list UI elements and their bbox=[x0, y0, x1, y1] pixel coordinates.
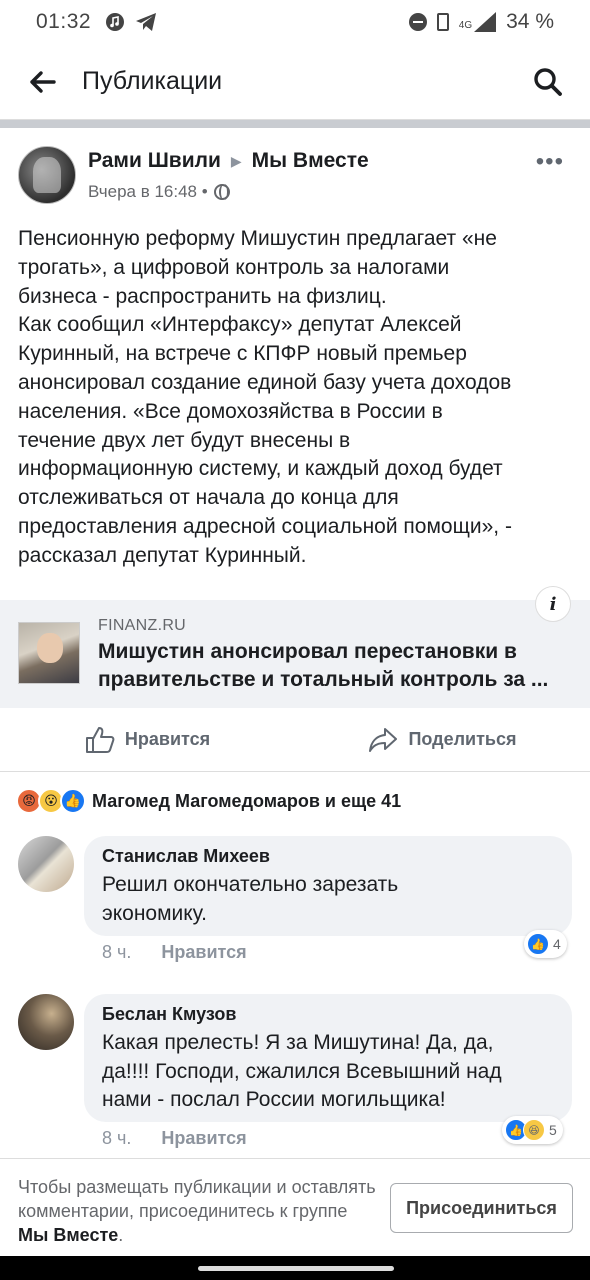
status-time: 01:32 bbox=[36, 10, 92, 33]
author-name[interactable]: Рами Швили bbox=[88, 149, 221, 173]
comment-like-button[interactable]: Нравится bbox=[161, 942, 246, 963]
comment-meta: 8 ч. Нравится bbox=[102, 1128, 247, 1149]
post-text-line: отслеживаться от начала до конца для bbox=[18, 486, 399, 510]
comment-text-line: Какая прелесть! Я за Мишутина! Да, да, bbox=[102, 1031, 494, 1054]
post-timestamp[interactable]: Вчера в 16:48 • bbox=[88, 182, 208, 202]
system-nav-bar bbox=[0, 1256, 590, 1280]
haha-reaction-icon: 😆 bbox=[523, 1119, 545, 1141]
comment-text-line: да!!!! Господи, сжалился Всевышний над bbox=[102, 1059, 502, 1083]
link-domain: FINANZ.RU bbox=[98, 617, 187, 634]
globe-icon bbox=[213, 184, 230, 200]
commenter-name[interactable]: Беслан Кмузов bbox=[102, 1004, 554, 1025]
thumbs-up-icon bbox=[85, 726, 115, 753]
post-text-line: бизнеса - распространить на физлиц. bbox=[18, 284, 387, 308]
commenter-avatar[interactable] bbox=[18, 836, 74, 892]
like-reaction-icon: 👍 bbox=[527, 933, 549, 955]
commenter-name[interactable]: Станислав Михеев bbox=[102, 846, 554, 867]
join-group-name[interactable]: Мы Вместе bbox=[18, 1225, 118, 1245]
post-text-line: рассказал депутат Куринный. bbox=[18, 543, 307, 567]
gesture-handle[interactable] bbox=[198, 1266, 394, 1271]
author-avatar[interactable] bbox=[18, 146, 76, 204]
comment-time: 8 ч. bbox=[102, 942, 132, 962]
music-note-icon bbox=[106, 13, 125, 31]
share-label: Поделиться bbox=[408, 729, 517, 749]
post-body: Пенсионную реформу Мишустин предлагает «… bbox=[18, 225, 574, 571]
reactions-summary[interactable]: 😡 😮 👍 Магомед Магомедомаров и еще 41 bbox=[16, 786, 401, 816]
network-type: 4G bbox=[458, 20, 473, 31]
like-button[interactable]: Нравится bbox=[0, 708, 295, 771]
join-prompt-text: Чтобы размещать публикации и оставлять к… bbox=[18, 1177, 376, 1221]
post-text-line: Куринный, на встрече с КПФР новый премье… bbox=[18, 342, 467, 366]
feed-divider bbox=[0, 120, 590, 128]
comment-text-line: экономику. bbox=[102, 901, 207, 925]
share-arrow-icon bbox=[369, 727, 398, 752]
commenter-avatar[interactable] bbox=[18, 994, 74, 1050]
search-icon[interactable] bbox=[528, 62, 568, 102]
post-actions: Нравится Поделиться bbox=[0, 708, 590, 772]
comment-bubble: Станислав Михеев Решил окончательно заре… bbox=[84, 836, 572, 936]
comment-reactions[interactable]: 👍 😆 5 bbox=[502, 1116, 563, 1144]
post-text-line: Как сообщил «Интерфаксу» депутат Алексей bbox=[18, 313, 462, 337]
dnd-icon bbox=[408, 13, 427, 31]
reaction-count: 5 bbox=[549, 1122, 557, 1138]
post-text-line: трогать», а цифровой контроль за налогам… bbox=[18, 255, 450, 279]
comment: Беслан Кмузов Какая прелесть! Я за Мишут… bbox=[0, 994, 590, 1154]
post-text-line: населения. «Все домохозяйства в России в bbox=[18, 399, 443, 423]
post-meta: Вчера в 16:48 • bbox=[88, 182, 230, 202]
post-text-line: анонсировал создание единой базу учета д… bbox=[18, 370, 512, 394]
reactors-text: Магомед Магомедомаров и еще 41 bbox=[92, 790, 402, 811]
comment-text-line: Решил окончательно зарезать bbox=[102, 873, 399, 896]
post-text-line: течение двух лет будут внесены в bbox=[18, 428, 351, 452]
comment-reactions[interactable]: 👍 4 bbox=[524, 930, 567, 958]
join-group-bar: Чтобы размещать публикации и оставлять к… bbox=[0, 1158, 590, 1256]
post-text-line: предоставления адресной социальной помощ… bbox=[18, 514, 512, 538]
comment-text-line: нами - послал России могильщика! bbox=[102, 1088, 446, 1111]
page-title: Публикации bbox=[82, 67, 223, 95]
more-options-icon[interactable]: ••• bbox=[536, 148, 564, 176]
signal-icon bbox=[474, 12, 497, 32]
like-label: Нравится bbox=[124, 729, 211, 749]
join-prompt: Чтобы размещать публикации и оставлять к… bbox=[18, 1177, 376, 1245]
reaction-count: 4 bbox=[553, 936, 561, 952]
comment: Станислав Михеев Решил окончательно заре… bbox=[0, 836, 590, 976]
like-reaction-icon: 👍 bbox=[60, 788, 86, 814]
link-title[interactable]: Мишустин анонсировал перестановки в прав… bbox=[98, 638, 576, 694]
app-bar: Публикации bbox=[0, 44, 590, 120]
back-arrow-icon[interactable] bbox=[22, 62, 62, 102]
post-header: Рами Швили ▶ Мы Вместе Вчера в 16:48 • •… bbox=[0, 128, 590, 218]
arrow-right-icon: ▶ bbox=[230, 152, 242, 169]
comment-time: 8 ч. bbox=[102, 1128, 132, 1148]
post-author-line: Рами Швили ▶ Мы Вместе bbox=[88, 149, 369, 173]
group-name[interactable]: Мы Вместе bbox=[252, 149, 369, 173]
post-text-line: Пенсионную реформу Мишустин предлагает «… bbox=[18, 227, 497, 250]
post-text-line: информационную систему, и каждый доход б… bbox=[18, 457, 503, 481]
share-button[interactable]: Поделиться bbox=[295, 708, 590, 771]
comment-meta: 8 ч. Нравится bbox=[102, 942, 247, 963]
comment-bubble: Беслан Кмузов Какая прелесть! Я за Мишут… bbox=[84, 994, 572, 1122]
battery-level: 34 % bbox=[506, 10, 554, 33]
status-bar: 01:32 4G 34 % bbox=[0, 0, 590, 44]
comment-like-button[interactable]: Нравится bbox=[161, 1128, 246, 1149]
link-preview[interactable]: FINANZ.RU Мишустин анонсировал перестано… bbox=[0, 586, 590, 708]
link-thumbnail bbox=[18, 622, 80, 684]
info-icon[interactable]: i bbox=[535, 586, 571, 622]
vibrate-icon bbox=[436, 13, 449, 31]
join-group-button[interactable]: Присоединиться bbox=[390, 1183, 573, 1233]
telegram-icon bbox=[136, 13, 157, 31]
